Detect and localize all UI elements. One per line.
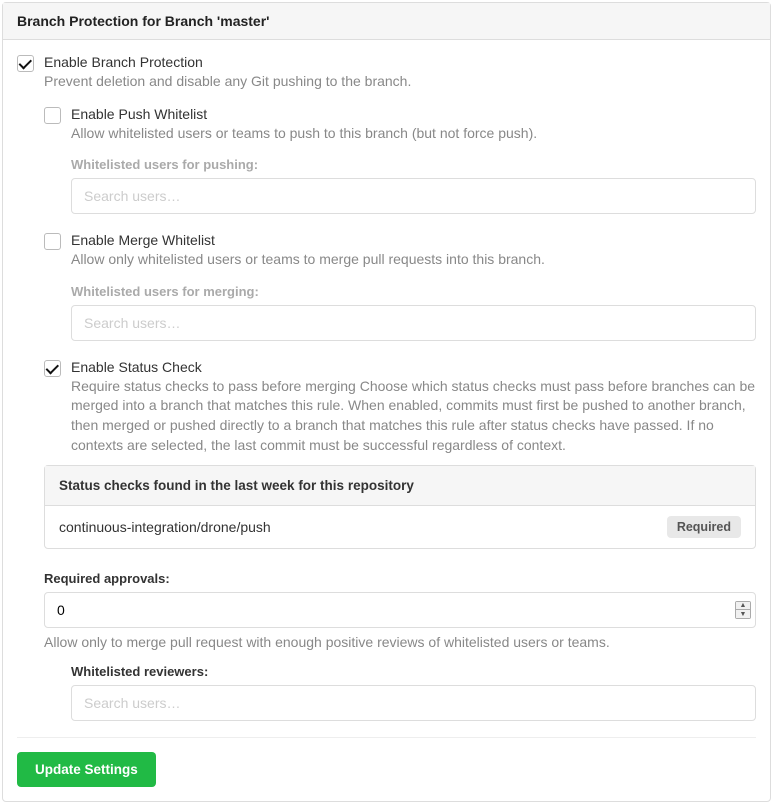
desc-enable-status-check: Require status checks to pass before mer… xyxy=(71,377,756,455)
divider xyxy=(17,737,756,738)
label-merge-whitelist-users: Whitelisted users for merging: xyxy=(71,284,756,299)
field-text: Enable Status Check Require status check… xyxy=(71,359,756,455)
merge-whitelist-users-block: Whitelisted users for merging: xyxy=(71,284,756,341)
field-enable-branch-protection: Enable Branch Protection Prevent deletio… xyxy=(17,54,756,92)
spinner-down-icon[interactable]: ▼ xyxy=(736,610,750,618)
input-push-whitelist-users[interactable] xyxy=(71,178,756,214)
checkbox-enable-branch-protection[interactable] xyxy=(17,55,34,72)
label-enable-branch-protection: Enable Branch Protection xyxy=(44,54,756,70)
panel-body: Enable Branch Protection Prevent deletio… xyxy=(3,40,770,801)
panel-title: Branch Protection for Branch 'master' xyxy=(3,3,770,40)
status-check-badge[interactable]: Required xyxy=(667,516,741,538)
checkbox-enable-push-whitelist[interactable] xyxy=(44,107,61,124)
push-whitelist-users-block: Whitelisted users for pushing: xyxy=(71,157,756,214)
label-enable-status-check: Enable Status Check xyxy=(71,359,756,375)
desc-enable-merge-whitelist: Allow only whitelisted users or teams to… xyxy=(71,250,756,270)
desc-enable-branch-protection: Prevent deletion and disable any Git pus… xyxy=(44,72,756,92)
whitelisted-reviewers-block: Whitelisted reviewers: xyxy=(71,664,756,721)
update-settings-button[interactable]: Update Settings xyxy=(17,752,156,787)
label-enable-push-whitelist: Enable Push Whitelist xyxy=(71,106,756,122)
required-approvals-block: Required approvals: ▲ ▼ xyxy=(44,571,756,628)
checkbox-enable-status-check[interactable] xyxy=(44,360,61,377)
status-checks-header: Status checks found in the last week for… xyxy=(45,466,755,506)
field-enable-push-whitelist: Enable Push Whitelist Allow whitelisted … xyxy=(44,106,756,144)
number-spinner: ▲ ▼ xyxy=(735,601,751,619)
status-checks-box: Status checks found in the last week for… xyxy=(44,465,756,549)
spinner-up-icon[interactable]: ▲ xyxy=(736,602,750,610)
input-whitelisted-reviewers[interactable] xyxy=(71,685,756,721)
field-text: Enable Branch Protection Prevent deletio… xyxy=(44,54,756,92)
desc-enable-push-whitelist: Allow whitelisted users or teams to push… xyxy=(71,124,756,144)
checkbox-enable-merge-whitelist[interactable] xyxy=(44,233,61,250)
field-enable-merge-whitelist: Enable Merge Whitelist Allow only whitel… xyxy=(44,232,756,270)
label-whitelisted-reviewers: Whitelisted reviewers: xyxy=(71,664,756,679)
required-approvals-select[interactable]: ▲ ▼ xyxy=(44,592,756,628)
label-push-whitelist-users: Whitelisted users for pushing: xyxy=(71,157,756,172)
input-merge-whitelist-users[interactable] xyxy=(71,305,756,341)
input-required-approvals[interactable] xyxy=(45,593,735,627)
label-required-approvals: Required approvals: xyxy=(44,571,756,586)
field-text: Enable Merge Whitelist Allow only whitel… xyxy=(71,232,756,270)
status-check-name: continuous-integration/drone/push xyxy=(59,519,271,535)
field-text: Enable Push Whitelist Allow whitelisted … xyxy=(71,106,756,144)
branch-protection-panel: Branch Protection for Branch 'master' En… xyxy=(2,2,771,802)
desc-required-approvals: Allow only to merge pull request with en… xyxy=(44,634,756,650)
label-enable-merge-whitelist: Enable Merge Whitelist xyxy=(71,232,756,248)
field-enable-status-check: Enable Status Check Require status check… xyxy=(44,359,756,455)
status-check-row: continuous-integration/drone/push Requir… xyxy=(45,506,755,548)
